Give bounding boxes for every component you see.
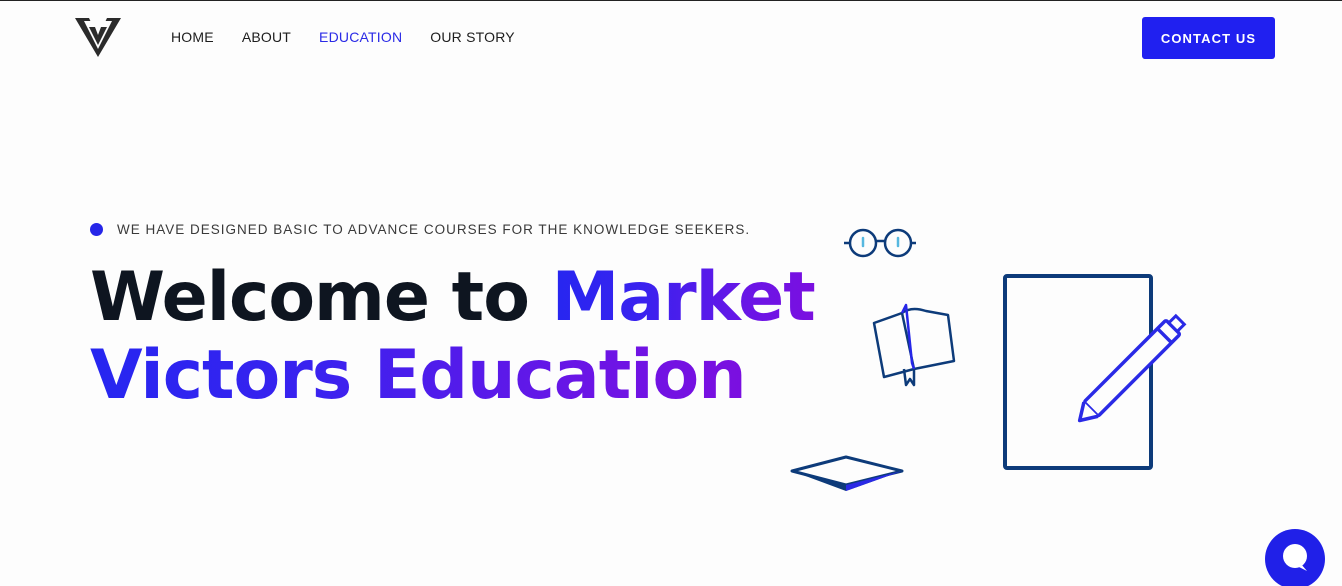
tagline-dot — [90, 223, 103, 236]
hero-headline: Welcome to Market Victors Education — [90, 258, 816, 415]
notepad-pen-icon — [1003, 274, 1187, 470]
nav-our-story[interactable]: OUR STORY — [430, 29, 515, 45]
headline-welcome: Welcome to — [90, 258, 552, 337]
headline-market: Market — [551, 258, 816, 337]
tagline-text: WE HAVE DESIGNED BASIC TO ADVANCE COURSE… — [117, 222, 751, 237]
main-nav: HOME ABOUT EDUCATION OUR STORY — [171, 29, 515, 45]
nav-education[interactable]: EDUCATION — [319, 29, 402, 45]
contact-us-button[interactable]: CONTACT US — [1142, 17, 1275, 59]
open-book-icon — [872, 303, 956, 387]
glasses-icon — [844, 228, 916, 258]
nav-home[interactable]: HOME — [171, 29, 214, 45]
logo-icon — [75, 18, 121, 57]
chat-icon — [1283, 544, 1307, 571]
nav-about[interactable]: ABOUT — [242, 29, 291, 45]
graduation-cap-icon — [790, 455, 904, 491]
headline-victors-education: Victors Education — [90, 336, 747, 415]
hero-tagline: WE HAVE DESIGNED BASIC TO ADVANCE COURSE… — [90, 222, 750, 237]
chat-button[interactable] — [1265, 529, 1325, 586]
